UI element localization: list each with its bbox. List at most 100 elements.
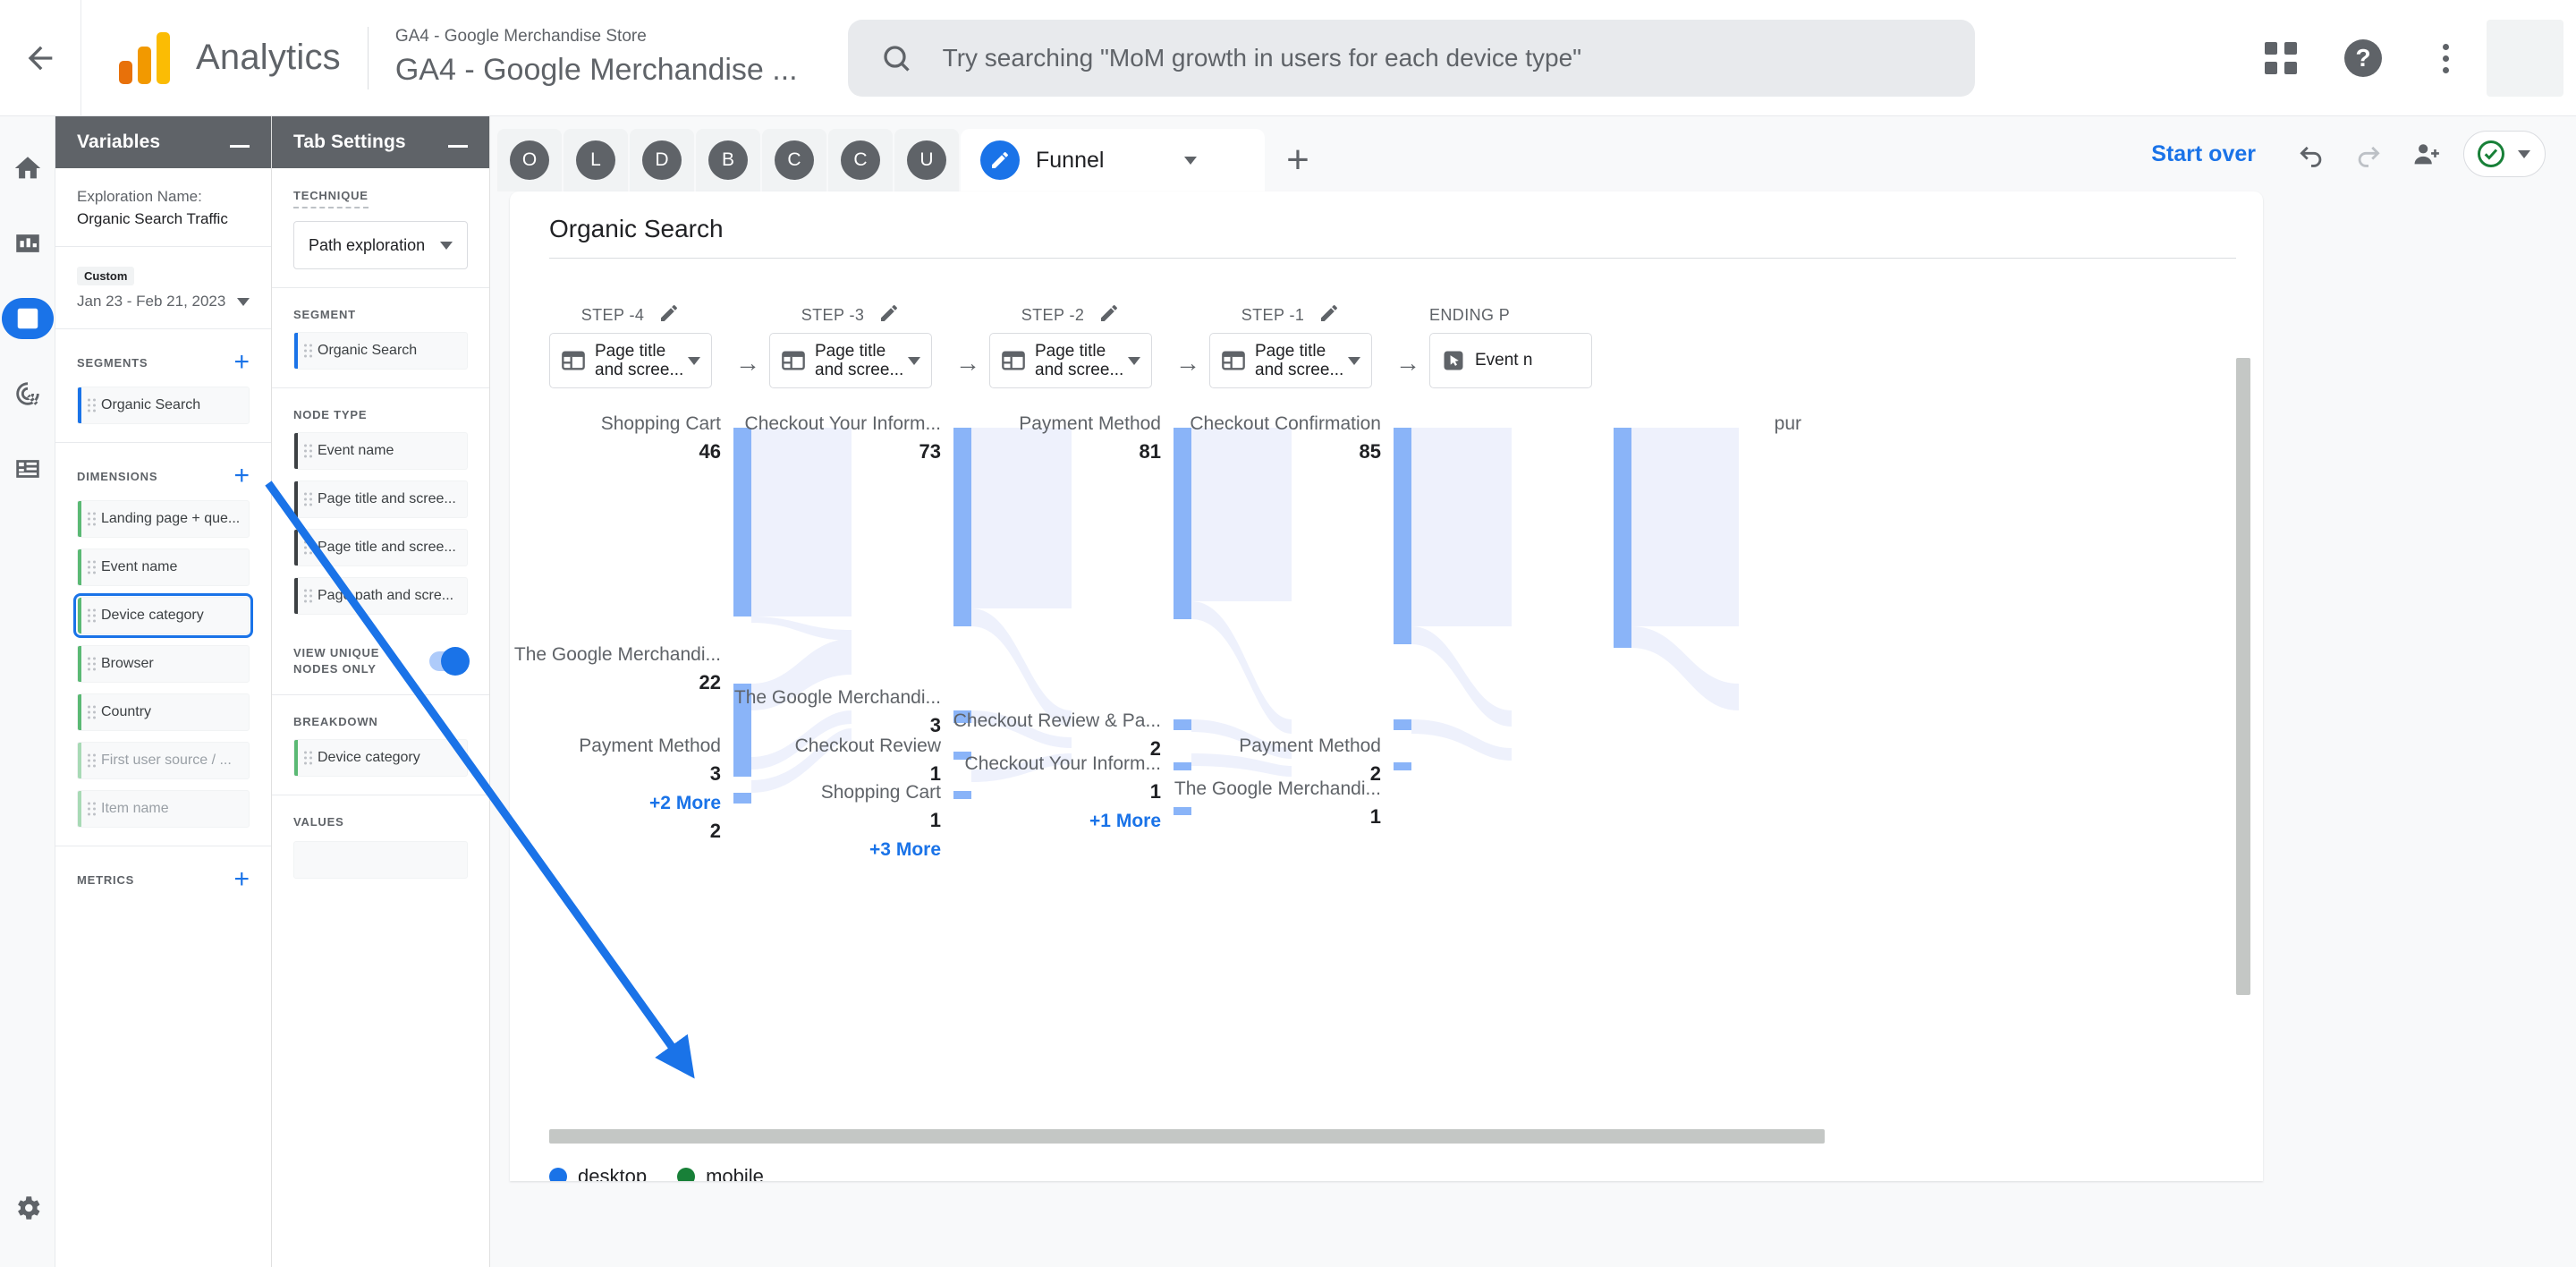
drag-handle-icon[interactable] xyxy=(88,657,96,671)
edit-step-button[interactable] xyxy=(1098,302,1120,328)
node-type-chip-0[interactable]: Event name xyxy=(293,432,468,470)
drag-handle-icon[interactable] xyxy=(88,608,96,623)
edit-step-button[interactable] xyxy=(878,302,900,328)
sankey-node[interactable] xyxy=(953,791,971,799)
minimize-icon[interactable] xyxy=(230,144,250,148)
breakdown-chip-device-category[interactable]: Device category xyxy=(293,739,468,778)
step-dimension-select[interactable]: Page title and scree... xyxy=(549,333,712,388)
chevron-down-icon[interactable] xyxy=(1184,156,1198,165)
edit-step-button[interactable] xyxy=(1318,302,1340,328)
sankey-node[interactable] xyxy=(1174,428,1191,619)
sidebar-item-advertising[interactable] xyxy=(0,356,55,431)
node-type-chip-3[interactable]: Page path and scre... xyxy=(293,577,468,615)
tab-funnel-active[interactable]: Funnel xyxy=(961,129,1265,191)
sankey-node[interactable] xyxy=(1394,428,1411,644)
sidebar-item-explore[interactable] xyxy=(0,281,55,356)
ending-point-select[interactable]: Event n xyxy=(1429,333,1592,388)
drag-handle-icon[interactable] xyxy=(304,492,312,506)
drag-handle-icon[interactable] xyxy=(88,705,96,719)
start-over-button[interactable]: Start over xyxy=(2151,141,2256,167)
drag-handle-icon[interactable] xyxy=(88,753,96,768)
variable-chip-event-name[interactable]: Event name xyxy=(77,548,250,586)
sankey-node[interactable] xyxy=(1174,762,1191,770)
vertical-scrollbar[interactable] xyxy=(2236,358,2250,995)
add-tab-button[interactable]: + xyxy=(1265,129,1331,191)
drag-handle-icon[interactable] xyxy=(88,560,96,574)
drag-handle-icon[interactable] xyxy=(88,398,96,412)
sharing-status-button[interactable] xyxy=(2463,131,2546,177)
apps-grid-button[interactable] xyxy=(2240,17,2322,99)
tab-d[interactable]: D xyxy=(630,129,694,191)
drag-handle-icon[interactable] xyxy=(304,344,312,358)
sankey-node[interactable] xyxy=(1174,719,1191,730)
legend-swatch xyxy=(677,1168,696,1181)
variable-chip-first-user-source[interactable]: First user source / ... xyxy=(77,742,250,779)
help-button[interactable]: ? xyxy=(2322,17,2404,99)
drag-handle-icon[interactable] xyxy=(88,512,96,526)
unique-nodes-toggle[interactable] xyxy=(429,646,470,676)
undo-button[interactable] xyxy=(2283,125,2340,183)
tab-c-2[interactable]: C xyxy=(828,129,893,191)
share-button[interactable] xyxy=(2397,125,2454,183)
step-dimension-select[interactable]: Page title and scree... xyxy=(1209,333,1372,388)
node-more-link[interactable]: +2 More xyxy=(649,793,721,813)
segment-chip-organic-search[interactable]: Organic Search xyxy=(293,332,468,370)
redo-button[interactable] xyxy=(2340,125,2397,183)
tab-u[interactable]: U xyxy=(894,129,959,191)
node-more-link[interactable]: +3 More xyxy=(869,839,941,860)
technique-select[interactable]: Path exploration xyxy=(293,221,468,269)
values-chip[interactable] xyxy=(293,841,468,880)
variable-chip-organic-search[interactable]: Organic Search xyxy=(77,387,250,424)
drag-handle-icon[interactable] xyxy=(304,444,312,458)
sidebar-item-home[interactable] xyxy=(0,131,55,206)
add-dimension-button[interactable]: + xyxy=(233,463,250,489)
legend-item-desktop[interactable]: desktop xyxy=(549,1165,647,1181)
tab-b[interactable]: B xyxy=(696,129,760,191)
more-options-button[interactable] xyxy=(2404,17,2487,99)
avatar[interactable] xyxy=(2487,20,2563,97)
sankey-node[interactable] xyxy=(1394,762,1411,770)
sankey-node[interactable] xyxy=(733,793,751,804)
sankey-diagram[interactable]: Shopping Cart 46 The Google Merchandi...… xyxy=(510,415,2263,1140)
minimize-icon[interactable] xyxy=(448,144,468,148)
search-input[interactable]: Try searching "MoM growth in users for e… xyxy=(847,19,1975,97)
sankey-node[interactable] xyxy=(1394,719,1411,730)
sankey-node[interactable] xyxy=(733,428,751,616)
drag-handle-icon[interactable] xyxy=(304,589,312,603)
sidebar-item-admin[interactable] xyxy=(0,1170,55,1246)
edit-step-button[interactable] xyxy=(658,302,680,328)
step-dimension-select[interactable]: Page title and scree... xyxy=(769,333,932,388)
sankey-node[interactable] xyxy=(1614,428,1631,648)
sankey-node[interactable] xyxy=(733,757,751,770)
variable-chip-device-category[interactable]: Device category xyxy=(73,593,253,638)
variable-chip-browser[interactable]: Browser xyxy=(77,645,250,683)
drag-handle-icon[interactable] xyxy=(304,751,312,765)
drag-handle-icon[interactable] xyxy=(88,802,96,816)
tab-o[interactable]: O xyxy=(497,129,562,191)
legend-item-mobile[interactable]: mobile xyxy=(677,1165,764,1181)
sidebar-item-library[interactable] xyxy=(0,431,55,506)
variable-chip-country[interactable]: Country xyxy=(77,693,250,731)
variable-chip-item-name[interactable]: Item name xyxy=(77,790,250,828)
sankey-node[interactable] xyxy=(1174,807,1191,815)
variable-chip-landing-page[interactable]: Landing page + que... xyxy=(77,500,250,538)
node-more-link[interactable]: +1 More xyxy=(1089,811,1161,831)
horizontal-scrollbar[interactable] xyxy=(549,1129,1825,1144)
chevron-down-icon[interactable] xyxy=(237,297,250,306)
tab-l[interactable]: L xyxy=(564,129,628,191)
node-type-chip-1[interactable]: Page title and scree... xyxy=(293,480,468,518)
property-selector[interactable]: GA4 - Google Merchandise Store GA4 - Goo… xyxy=(395,24,798,90)
exploration-name-value[interactable]: Organic Search Traffic xyxy=(77,210,250,228)
node-label: Shopping Cart xyxy=(821,782,941,803)
tab-c-1[interactable]: C xyxy=(762,129,826,191)
date-range-section[interactable]: Custom Jan 23 - Feb 21, 2023 xyxy=(55,247,271,329)
add-segment-button[interactable]: + xyxy=(233,349,250,376)
add-metric-button[interactable]: + xyxy=(233,866,250,893)
back-button[interactable] xyxy=(0,0,80,116)
sidebar-item-reports[interactable] xyxy=(0,206,55,281)
sankey-node[interactable] xyxy=(953,428,971,626)
brand-block[interactable]: Analytics xyxy=(81,31,341,84)
drag-handle-icon[interactable] xyxy=(304,540,312,555)
node-type-chip-2[interactable]: Page title and scree... xyxy=(293,529,468,566)
step-dimension-select[interactable]: Page title and scree... xyxy=(989,333,1152,388)
